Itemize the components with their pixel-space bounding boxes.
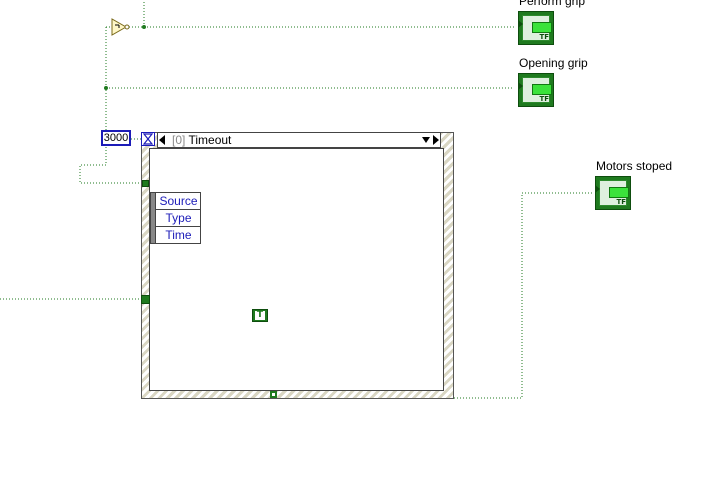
- tunnel-left-top[interactable]: [142, 180, 149, 187]
- increment-case-icon[interactable]: [433, 135, 439, 145]
- led-icon: [532, 22, 552, 33]
- event-data-type[interactable]: Type: [156, 210, 201, 227]
- input-arrow-icon: [595, 185, 600, 193]
- timeout-hourglass-icon[interactable]: [141, 132, 155, 146]
- tf-tag: TF: [616, 198, 626, 206]
- case-name: Timeout: [188, 133, 232, 147]
- event-case-selector[interactable]: [0] Timeout: [157, 132, 441, 148]
- event-case-frame: [149, 148, 444, 391]
- tunnel-bottom[interactable]: [270, 391, 277, 398]
- tf-tag: TF: [539, 95, 549, 103]
- opening-grip-indicator[interactable]: TF: [518, 73, 554, 107]
- true-constant[interactable]: T: [252, 309, 268, 322]
- wire-main-branch: [79, 27, 145, 184]
- motors-stoped-indicator[interactable]: TF: [595, 176, 631, 210]
- chevron-down-icon[interactable]: [422, 137, 430, 143]
- decrement-case-icon[interactable]: [159, 135, 165, 145]
- event-data-source[interactable]: Source: [156, 193, 201, 210]
- input-arrow-icon: [518, 82, 523, 90]
- timeout-constant[interactable]: 3000: [101, 130, 131, 146]
- led-icon: [609, 187, 629, 198]
- tunnel-left-mid[interactable]: [141, 295, 150, 304]
- perform-grip-indicator[interactable]: TF: [518, 11, 554, 45]
- motors-stoped-label: Motors stoped: [596, 159, 673, 173]
- case-index: [0]: [172, 133, 186, 147]
- event-data-node[interactable]: Source Type Time: [150, 192, 201, 244]
- tf-tag: TF: [539, 33, 549, 41]
- opening-grip-label: Opening grip: [519, 56, 588, 70]
- led-icon: [532, 84, 552, 95]
- perform-grip-label: Perform grip: [519, 0, 586, 8]
- event-data-time[interactable]: Time: [156, 227, 201, 244]
- not-gate-icon: [111, 18, 130, 36]
- input-arrow-icon: [518, 20, 523, 28]
